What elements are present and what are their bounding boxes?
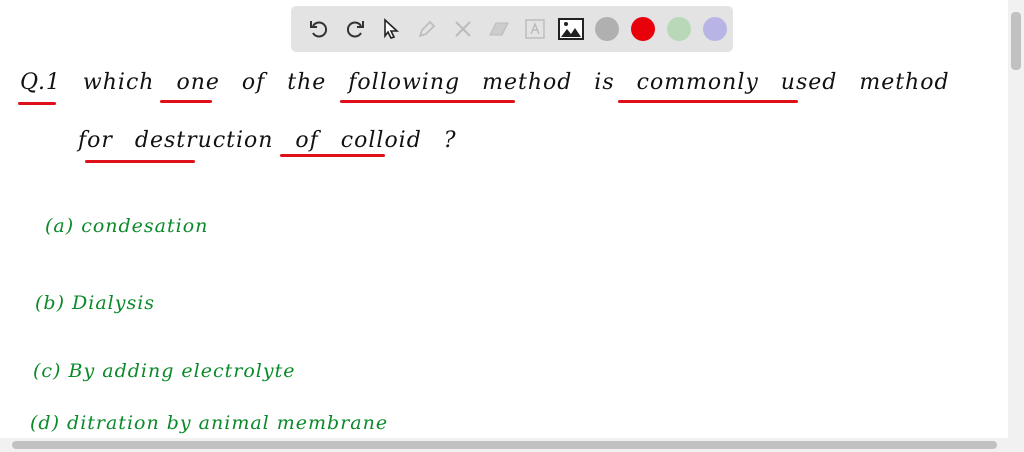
horizontal-scroll-thumb[interactable] [12, 441, 997, 449]
option-c: (c) By adding electrolyte [33, 360, 296, 382]
color-green[interactable] [661, 11, 697, 47]
question-line-2: for destruction of colloid ? [78, 128, 457, 153]
select-icon[interactable] [373, 11, 409, 47]
vertical-scrollbar[interactable] [1008, 0, 1024, 438]
image-icon[interactable] [553, 11, 589, 47]
question-line-1: Q.1 which one of the following method is… [20, 70, 950, 95]
underline [280, 154, 385, 157]
underline [18, 102, 56, 105]
eraser-icon[interactable] [481, 11, 517, 47]
option-d: (d) ditration by animal membrane [30, 412, 389, 434]
whiteboard-toolbar [291, 6, 733, 52]
undo-icon[interactable] [301, 11, 337, 47]
underline [85, 160, 195, 163]
color-gray[interactable] [589, 11, 625, 47]
underline [618, 100, 798, 103]
color-red[interactable] [625, 11, 661, 47]
option-b: (b) Dialysis [35, 292, 156, 314]
text-icon[interactable] [517, 11, 553, 47]
option-a: (a) condesation [45, 215, 209, 237]
pen-icon[interactable] [409, 11, 445, 47]
vertical-scroll-thumb[interactable] [1011, 12, 1021, 70]
underline [160, 100, 212, 103]
color-purple[interactable] [697, 11, 733, 47]
horizontal-scrollbar[interactable] [0, 438, 1024, 452]
underline [340, 100, 515, 103]
tools-icon[interactable] [445, 11, 481, 47]
redo-icon[interactable] [337, 11, 373, 47]
